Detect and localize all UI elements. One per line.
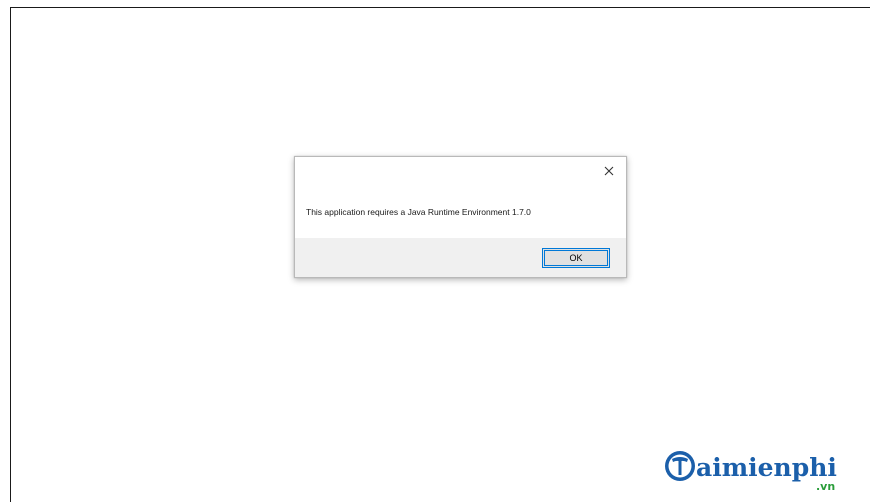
dialog-footer: OK: [295, 238, 626, 277]
ok-button[interactable]: OK: [542, 248, 610, 268]
close-button[interactable]: [598, 161, 620, 181]
error-dialog: This application requires a Java Runtime…: [294, 156, 627, 278]
close-icon: [604, 166, 614, 176]
svg-text:.vn: .vn: [816, 480, 835, 493]
watermark-logo: aimienphi .vn: [658, 444, 858, 494]
dialog-message: This application requires a Java Runtime…: [306, 207, 531, 217]
taimienphi-logo: aimienphi .vn: [665, 451, 837, 493]
svg-text:aimienphi: aimienphi: [696, 453, 837, 482]
desktop-canvas: This application requires a Java Runtime…: [0, 0, 870, 502]
